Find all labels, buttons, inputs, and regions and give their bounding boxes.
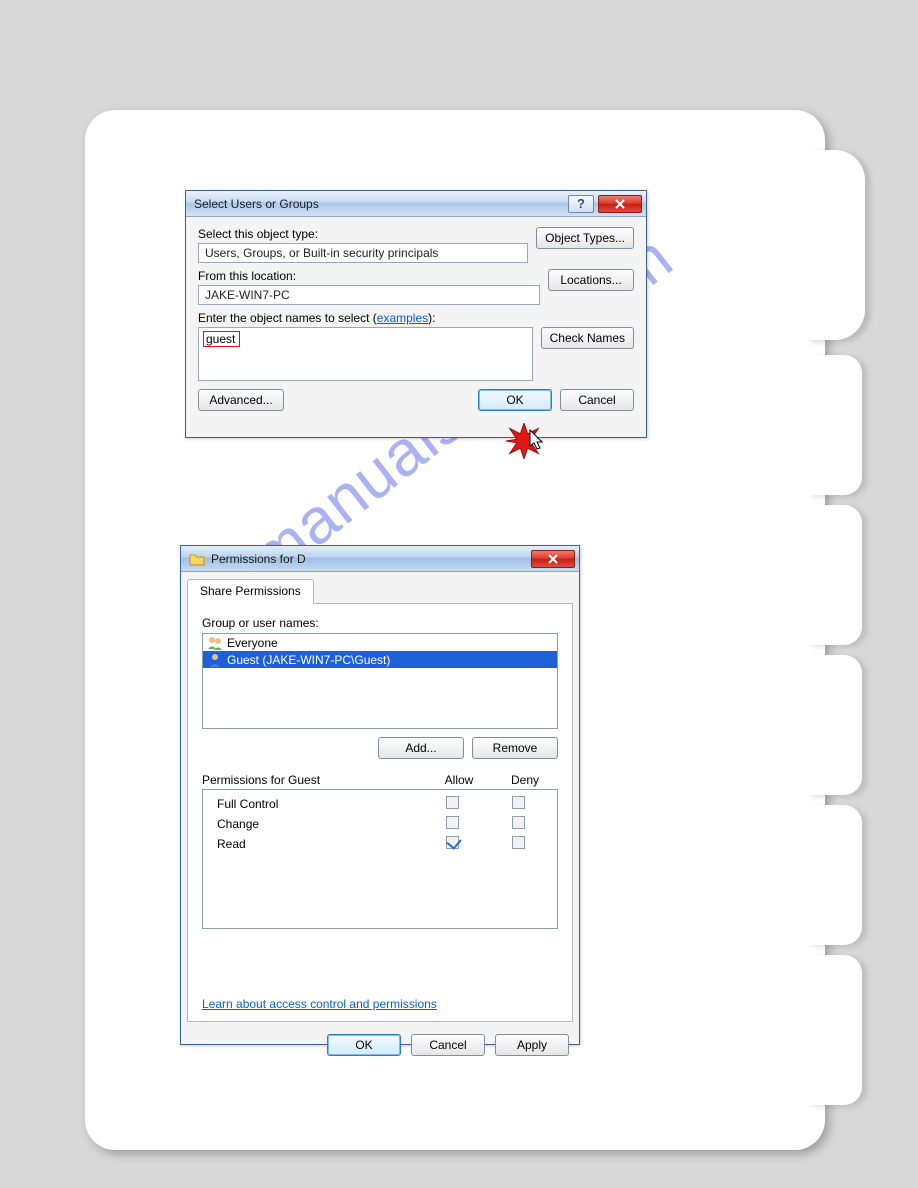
permission-row: Read [209, 834, 551, 854]
permissions-for-label: Permissions for Guest [202, 773, 426, 787]
list-item-label: Everyone [227, 636, 278, 650]
tab-strip: Share Permissions [187, 578, 573, 604]
allow-column-header: Allow [426, 773, 492, 787]
document-page: manualshive.com Select Users or Groups ?… [85, 110, 825, 1150]
titlebar[interactable]: Select Users or Groups ? [186, 191, 646, 217]
group-names-label: Group or user names: [202, 616, 558, 630]
names-label-suffix: ): [428, 311, 435, 325]
click-highlight-icon [506, 423, 542, 459]
object-type-label: Select this object type: [198, 227, 528, 241]
remove-button[interactable]: Remove [472, 737, 558, 759]
location-label: From this location: [198, 269, 540, 283]
ok-button[interactable]: OK [478, 389, 552, 411]
deny-checkbox[interactable] [512, 816, 525, 829]
location-field: JAKE-WIN7-PC [198, 285, 540, 305]
permission-label: Read [209, 837, 419, 851]
titlebar[interactable]: Permissions for D [181, 546, 579, 572]
dialog-title: Permissions for D [211, 552, 527, 566]
deny-checkbox[interactable] [512, 796, 525, 809]
help-button[interactable]: ? [568, 195, 594, 213]
list-item[interactable]: Everyone [203, 634, 557, 651]
locations-button[interactable]: Locations... [548, 269, 634, 291]
deny-checkbox[interactable] [512, 836, 525, 849]
dialog-title: Select Users or Groups [194, 197, 564, 211]
object-names-input[interactable]: guest [198, 327, 533, 381]
apply-button[interactable]: Apply [495, 1034, 569, 1056]
add-button[interactable]: Add... [378, 737, 464, 759]
side-tab [807, 955, 862, 1105]
deny-column-header: Deny [492, 773, 558, 787]
permission-label: Change [209, 817, 419, 831]
side-tab [807, 805, 862, 945]
allow-checkbox[interactable] [446, 796, 459, 809]
ok-button[interactable]: OK [327, 1034, 401, 1056]
select-users-dialog: Select Users or Groups ? Select this obj… [185, 190, 647, 438]
cancel-button[interactable]: Cancel [411, 1034, 485, 1056]
group-names-list[interactable]: Everyone Guest (JAKE-WIN7-PC\Guest) [202, 633, 558, 729]
permission-label: Full Control [209, 797, 419, 811]
close-button[interactable] [598, 195, 642, 213]
page-tab-ear [805, 150, 865, 340]
folder-icon [189, 552, 205, 566]
close-button[interactable] [531, 550, 575, 568]
permissions-list: Full Control Change Read [202, 789, 558, 929]
side-tab [807, 505, 862, 645]
names-label-prefix: Enter the object names to select ( [198, 311, 377, 325]
allow-checkbox[interactable] [446, 836, 459, 849]
learn-link[interactable]: Learn about access control and permissio… [202, 997, 558, 1011]
mouse-cursor-icon [527, 429, 545, 453]
permissions-dialog: Permissions for D Share Permissions Grou… [180, 545, 580, 1045]
user-icon [207, 653, 223, 667]
permission-row: Change [209, 814, 551, 834]
object-types-button[interactable]: Object Types... [536, 227, 634, 249]
close-icon [614, 198, 626, 210]
check-names-button[interactable]: Check Names [541, 327, 634, 349]
allow-checkbox[interactable] [446, 816, 459, 829]
side-tab [807, 355, 862, 495]
close-icon [547, 553, 559, 565]
advanced-button[interactable]: Advanced... [198, 389, 284, 411]
tab-share-permissions[interactable]: Share Permissions [187, 579, 314, 604]
names-label: Enter the object names to select (exampl… [198, 311, 533, 325]
examples-link[interactable]: examples [377, 311, 428, 325]
group-icon [207, 636, 223, 650]
list-item[interactable]: Guest (JAKE-WIN7-PC\Guest) [203, 651, 557, 668]
permission-row: Full Control [209, 794, 551, 814]
object-type-field: Users, Groups, or Built-in security prin… [198, 243, 528, 263]
object-names-value: guest [203, 331, 240, 347]
side-tab [807, 655, 862, 795]
list-item-label: Guest (JAKE-WIN7-PC\Guest) [227, 653, 390, 667]
cancel-button[interactable]: Cancel [560, 389, 634, 411]
